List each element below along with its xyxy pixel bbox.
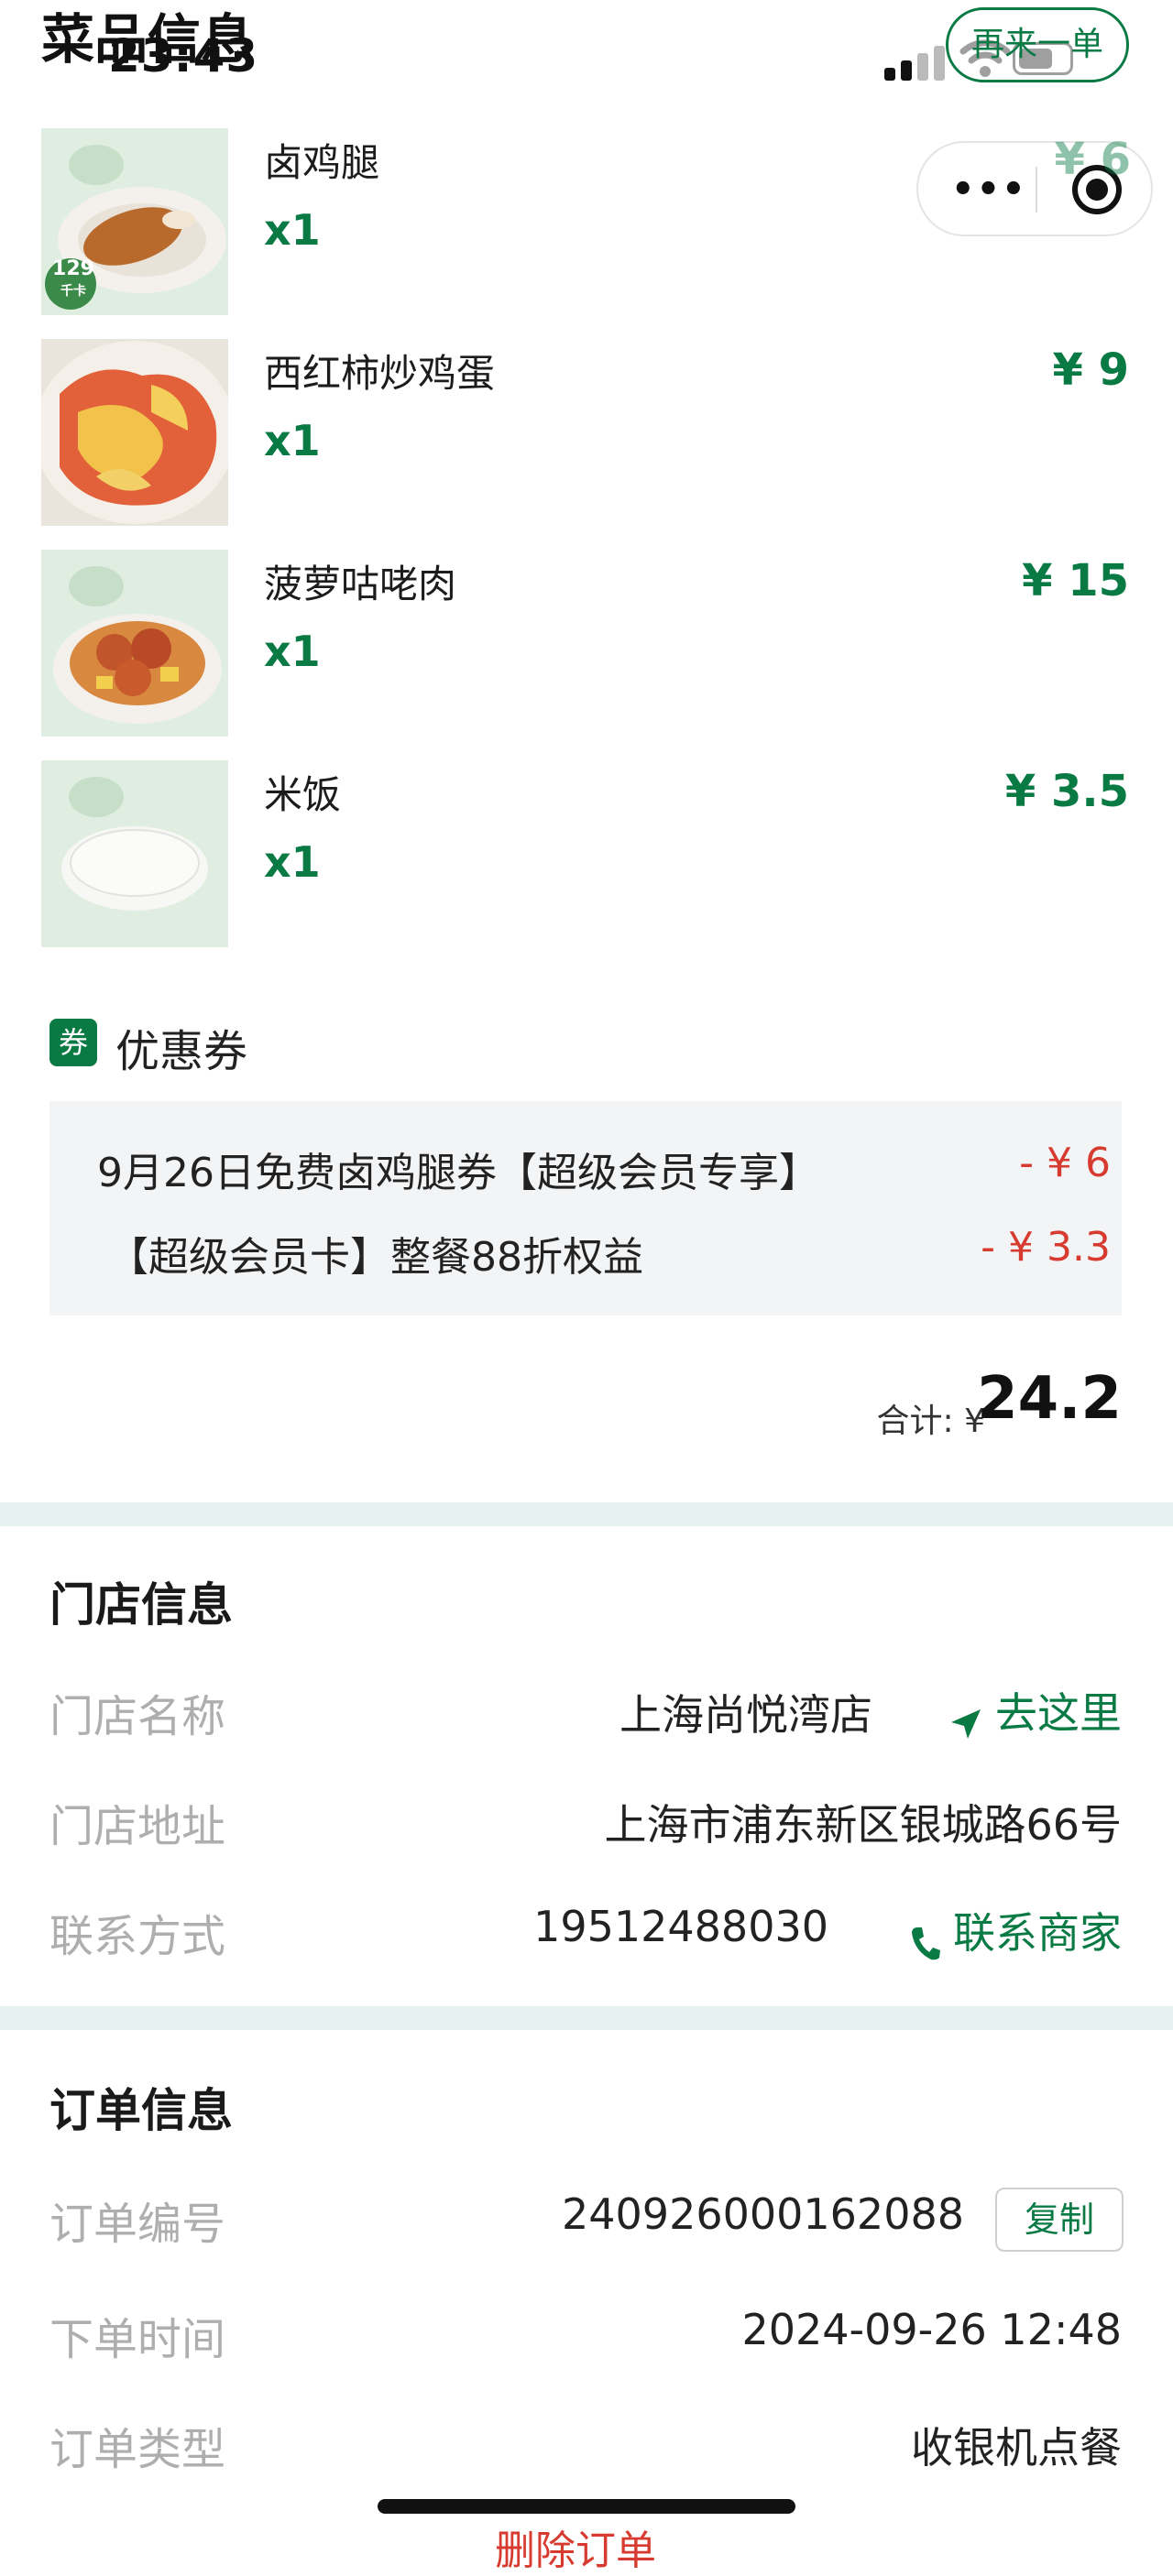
coupon-item-text: 9月26日免费卤鸡腿券【超级会员专享】 [97,1150,819,1196]
navigate-button[interactable]: 去这里 [948,1680,1122,1742]
order-time-label: 下单时间 [49,2314,226,2365]
store-name: 上海尚悦湾店 [619,1690,872,1740]
coupon-list [49,1101,1122,1315]
order-type-label: 订单类型 [49,2424,226,2475]
status-time: 23:43 [108,29,259,82]
phone-icon [912,1927,940,1959]
dish-name: 菠萝咕咾肉 [264,562,457,606]
navigate-label[interactable]: 去这里 [995,1688,1122,1738]
order-number-label: 订单编号 [49,2199,226,2250]
store-phone: 19512488030 [533,1902,828,1951]
dish-name: 西红柿炒鸡蛋 [264,351,496,396]
dish-image-sweet-sour-pork [41,550,228,737]
delete-order-button[interactable]: 删除订单 [495,2517,656,2576]
order-number: 240926000162088 [562,2189,964,2239]
coupon-icon: 券 [49,1019,97,1066]
dish-qty: x1 [264,205,321,255]
dish-price: ¥ 6 [1054,134,1131,185]
dish-price: ¥ 9 [1052,344,1129,396]
store-section-title: 门店信息 [49,1578,233,1632]
signal-icon [884,68,895,81]
order-section-title: 订单信息 [49,2084,233,2137]
copy-button[interactable]: 复制 [995,2188,1124,2252]
dish-price: ¥ 15 [1022,555,1129,606]
dish-price: ¥ 3.5 [1004,766,1129,817]
order-type: 收银机点餐 [911,2423,1122,2472]
dish-name: 米饭 [264,772,342,817]
dish-image-tomato-egg [41,339,228,526]
total-value: 24.2 [977,1365,1122,1433]
more-dots-icon[interactable]: ••• [951,169,1027,211]
calorie-badge: 129 千卡 [52,257,94,300]
store-name-label: 门店名称 [49,1691,226,1742]
dish-qty: x1 [264,837,321,887]
coupon-item-amount: - ¥ 3.3 [981,1224,1111,1271]
dish-image-rice [41,760,228,947]
dish-qty: x1 [264,416,321,465]
section-divider [0,1502,1173,1526]
total-label: 合计: ¥ [876,1403,985,1440]
dish-name: 卤鸡腿 [264,140,380,185]
reorder-button[interactable]: 再来一单 [946,7,1129,82]
dish-qty: x1 [264,627,321,676]
store-address: 上海市浦东新区银城路66号 [604,1800,1122,1850]
section-divider [0,2006,1173,2030]
navigate-arrow-icon [951,1708,981,1739]
order-time: 2024-09-26 12:48 [741,2305,1122,2354]
contact-merchant-label[interactable]: 联系商家 [953,1908,1122,1958]
contact-merchant-button[interactable]: 联系商家 [909,1900,1122,1962]
store-address-label: 门店地址 [49,1801,226,1852]
coupon-item-text: 【超级会员卡】整餐88折权益 [108,1234,643,1281]
coupon-item-amount: - ¥ 6 [1019,1140,1111,1186]
store-contact-label: 联系方式 [49,1911,226,1962]
home-indicator [378,2499,795,2514]
coupon-section-title: 优惠券 [115,1026,248,1077]
